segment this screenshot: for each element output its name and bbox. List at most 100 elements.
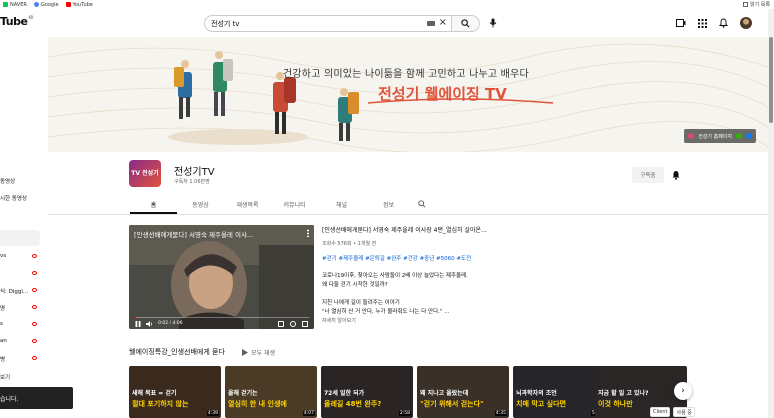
youtube-logo[interactable]: TubeKR — [0, 15, 33, 28]
description-line: 코로나19이후, 찾아오는 사람들이 2배 이상 늘었다는 제주올레. — [322, 273, 468, 279]
tab-playlists[interactable]: 재생목록 — [224, 196, 271, 214]
featured-video-title[interactable]: [인생선배에게묻다] 서영숙 제주올레 이사장 4편_열심히 살아온... — [322, 225, 512, 234]
volume-icon[interactable] — [146, 320, 153, 327]
tab-community[interactable]: 커뮤니티 — [271, 196, 318, 214]
scrollbar-thumb[interactable] — [769, 37, 773, 123]
voice-search-button[interactable] — [486, 16, 500, 30]
tray-status[interactable]: 사용 중 — [673, 407, 695, 417]
subtitles-icon[interactable] — [278, 321, 284, 327]
google-icon — [33, 2, 39, 7]
featured-video-player[interactable]: [인생선배에게묻다] 서영숙 제주올레 이사... 0:02 / 4:06 — [129, 225, 314, 329]
reading-list-icon — [743, 2, 748, 7]
featured-video-hashtags[interactable]: #걷기 #제주올레 #은퇴길 #완주 #건강 #중년 #5060 #도전 — [322, 254, 522, 262]
video-thumbnail[interactable]: 새해 목표 = 걷기 절대 포기하지 않는 4:39 — [129, 366, 221, 418]
naver-icon — [3, 2, 8, 7]
search-button[interactable] — [452, 15, 480, 32]
bottom-tray: Client 사용 중 — [650, 406, 768, 418]
facebook-icon[interactable] — [746, 133, 752, 139]
notifications-bell-icon[interactable] — [719, 18, 728, 28]
keyboard-icon[interactable] — [427, 21, 435, 26]
sidebar-item-watch-later[interactable]: 시한 동영상 — [0, 194, 27, 202]
sidebar-show-more[interactable]: 보기 — [0, 373, 10, 381]
description-line: 지친 나에게 길이 들려주는 이야기 — [322, 300, 400, 306]
live-icon — [32, 305, 37, 309]
live-icon — [32, 356, 37, 360]
youtube-icon — [65, 2, 71, 7]
masthead: TubeKR × — [0, 9, 774, 37]
masthead-actions — [676, 17, 752, 29]
video-thumbnail[interactable]: 올해 걷기는 열심히 한 내 인생에 4:07 — [225, 366, 317, 418]
player-more-icon[interactable] — [307, 229, 309, 237]
reading-list[interactable]: 읽기 목록 — [743, 1, 770, 8]
player-controls: 0:02 / 4:06 — [129, 318, 314, 329]
tab-channels[interactable]: 채널 — [318, 196, 365, 214]
channel-bell-icon[interactable] — [671, 170, 681, 180]
sidebar-subscription-1[interactable]: vs — [0, 253, 6, 259]
search-icon — [418, 200, 426, 208]
tab-about[interactable]: 정보 — [365, 196, 412, 214]
tab-videos[interactable]: 동영상 — [177, 196, 224, 214]
settings-gear-icon[interactable] — [290, 321, 296, 327]
homepage-link-icon — [688, 133, 695, 139]
featured-video-meta: 조회수 576회 • 1개월 전 — [322, 241, 377, 247]
fullscreen-icon[interactable] — [302, 321, 308, 327]
subscribed-button[interactable]: 구독중 — [632, 167, 664, 183]
channel-tabs: 홈 동영상 재생목록 커뮤니티 채널 정보 — [130, 196, 432, 214]
shelf-title[interactable]: 웰에이징특강_인생선배에게 묻다 — [129, 347, 225, 357]
pause-icon[interactable] — [135, 320, 141, 327]
region-code: KR — [28, 15, 33, 20]
subscriber-count: 구독자 1.06만명 — [174, 179, 210, 185]
sidebar-subscription-6[interactable]: 병 — [0, 355, 5, 363]
search-icon — [461, 19, 470, 28]
live-icon — [32, 322, 37, 326]
sidebar-subscription-2[interactable]: 식: Diggl... — [0, 287, 28, 295]
description-line: "너 열심히 산 거 안다, 누가 몰라줘도 나는 다 안다." ... — [322, 309, 450, 315]
video-time: 0:02 / 4:06 — [158, 321, 183, 326]
play-icon — [242, 349, 248, 356]
sidebar-subscription-5[interactable]: an — [0, 338, 7, 344]
shelf-next-button[interactable]: › — [674, 382, 692, 400]
video-thumbnail[interactable]: 72세 일한 되가 올레길 48번 완주? 2:58 — [321, 366, 413, 418]
video-thumbnail[interactable]: 뇌과학자의 조언 치매 막고 싶다면 5:34 — [513, 366, 605, 418]
sidebar-item-videos[interactable]: 동영상 — [0, 177, 15, 185]
play-all-button[interactable]: 모두 재생 — [242, 348, 275, 357]
chevron-right-icon: › — [681, 386, 685, 396]
video-duration: 4:35 — [494, 411, 507, 416]
shelf-thumbnails: 새해 목표 = 걷기 절대 포기하지 않는 4:39 올해 걷기는 열심히 한 … — [129, 366, 689, 418]
clear-search-icon[interactable]: × — [439, 17, 447, 29]
create-video-icon[interactable] — [676, 19, 686, 27]
banner-title: 전성기 웰에이징 TV — [378, 85, 507, 103]
account-avatar[interactable] — [740, 17, 752, 29]
video-frame — [129, 225, 314, 329]
tray-client[interactable]: Client — [650, 407, 671, 417]
video-duration: 4:07 — [302, 411, 315, 416]
search-box: × — [204, 15, 452, 32]
channel-avatar[interactable]: TV 전성기 — [129, 160, 161, 187]
channel-name: 전성기TV — [174, 167, 215, 178]
bookmark-google[interactable]: Google — [33, 2, 59, 8]
video-thumbnail[interactable]: 왜 지나고 올랐는데 "걷기 위해서 걷는다" 4:35 — [417, 366, 509, 418]
apps-grid-icon[interactable] — [698, 18, 707, 28]
player-controls-right — [278, 321, 308, 327]
page-scrollbar[interactable] — [768, 9, 774, 418]
sidebar-subscription-4[interactable]: s — [0, 321, 3, 327]
homepage-link[interactable]: 전성기 홈페이지 — [698, 133, 732, 140]
video-duration: 4:39 — [206, 411, 219, 416]
sidebar-selected-highlight — [0, 230, 40, 246]
bookmark-youtube[interactable]: YouTube — [65, 2, 93, 8]
channel-search-button[interactable] — [412, 196, 432, 214]
live-icon — [32, 254, 37, 258]
youtube-channel-page: NAVER Google YouTube 읽기 목록 TubeKR × — [0, 0, 774, 418]
live-icon — [32, 339, 37, 343]
live-icon — [32, 288, 37, 292]
sidebar-subscription-3[interactable]: 명 — [0, 304, 5, 312]
left-sidebar: 동영상 시한 동영상 vs 식: Diggl... 명 s an 병 보기 — [0, 37, 46, 418]
search-input[interactable] — [211, 19, 411, 28]
read-more-link[interactable]: 자세히 알아보기 — [322, 317, 356, 324]
microphone-icon — [489, 18, 497, 28]
bookmark-naver[interactable]: NAVER — [3, 2, 27, 8]
tabs-divider — [48, 214, 768, 215]
bookmarks-bar: NAVER Google YouTube 읽기 목록 — [0, 0, 774, 9]
tab-home[interactable]: 홈 — [130, 196, 177, 214]
blog-icon[interactable] — [736, 133, 742, 139]
